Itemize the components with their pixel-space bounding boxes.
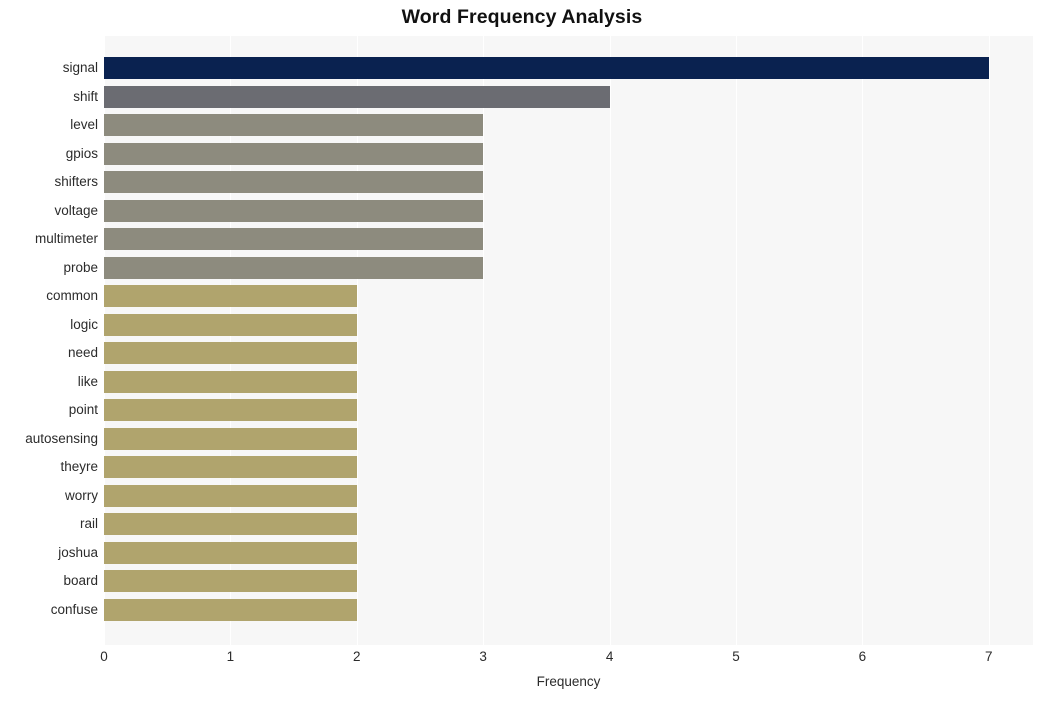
- bar-fill: [104, 370, 357, 393]
- gridline-vertical: [862, 36, 864, 645]
- bar-fill: [104, 285, 357, 307]
- y-tick-label: gpios: [65, 145, 98, 161]
- y-tick-label: point: [68, 402, 98, 417]
- y-tick-label: rail: [79, 516, 98, 531]
- x-tick-label: 4: [605, 649, 614, 664]
- y-tick-label: joshua: [58, 544, 98, 560]
- bar-fill: [104, 427, 357, 450]
- y-tick-label: common: [46, 288, 98, 303]
- bar: [104, 199, 484, 222]
- bar-fill: [104, 313, 357, 336]
- bar-fill: [104, 484, 357, 507]
- y-tick-label: voltage: [54, 202, 98, 218]
- bar-fill: [104, 199, 484, 222]
- bar: [104, 598, 357, 621]
- x-tick-label: 2: [353, 649, 361, 664]
- bar-fill: [104, 598, 357, 621]
- page-title: Word Frequency Analysis: [401, 6, 643, 28]
- bar-fill: [104, 513, 357, 535]
- bar: [104, 342, 357, 364]
- bar-fill: [104, 570, 357, 592]
- y-tick-label: level: [70, 117, 98, 132]
- y-tick-label: probe: [63, 259, 98, 275]
- y-tick-label: need: [67, 345, 98, 360]
- bar: [104, 399, 357, 421]
- y-tick-label: autosensing: [25, 430, 98, 446]
- bar: [104, 313, 357, 336]
- y-tick-label: shift: [73, 88, 98, 104]
- bar-fill: [104, 228, 484, 250]
- bar-fill: [104, 114, 484, 136]
- bar: [104, 228, 484, 250]
- bar-fill: [104, 57, 989, 79]
- bar-fill: [104, 256, 484, 279]
- bar-fill: [104, 456, 357, 478]
- bar-fill: [104, 342, 357, 364]
- y-tick-label: theyre: [60, 459, 98, 474]
- gridline-vertical: [735, 36, 737, 645]
- bar-fill: [104, 171, 484, 193]
- y-tick-label: board: [63, 573, 98, 588]
- bar: [104, 85, 610, 108]
- bar: [104, 541, 357, 564]
- y-axis: signal shift level gpios shifters voltage mult…: [0, 36, 98, 645]
- bar: [104, 57, 989, 79]
- bar: [104, 171, 484, 193]
- bar: [104, 427, 357, 450]
- y-tick-label: shifters: [54, 174, 98, 189]
- x-tick-label: 7: [984, 649, 993, 664]
- x-tick-label: 5: [732, 649, 740, 664]
- x-tick-label: 6: [858, 649, 867, 664]
- bar: [104, 513, 357, 535]
- bar-fill: [104, 399, 357, 421]
- x-axis: 0 1 2 3 4 5 6 7: [100, 645, 1033, 671]
- x-tick-label: 3: [479, 649, 487, 664]
- x-tick-label: 0: [100, 649, 108, 664]
- bar: [104, 142, 484, 165]
- y-tick-label: worry: [65, 487, 98, 503]
- bar: [104, 285, 357, 307]
- plot-area: [104, 36, 1033, 645]
- bar: [104, 456, 357, 478]
- y-tick-label: confuse: [50, 601, 98, 617]
- y-tick-label: multimeter: [34, 231, 98, 246]
- gridline-vertical: [988, 36, 990, 645]
- gridline-vertical: [483, 36, 485, 645]
- bar: [104, 570, 357, 592]
- bar: [104, 114, 484, 136]
- bar-fill: [104, 541, 357, 564]
- y-tick-label: logic: [70, 316, 98, 332]
- y-tick-label: like: [77, 373, 98, 389]
- y-tick-label: signal: [62, 60, 98, 75]
- bar: [104, 370, 357, 393]
- bar: [104, 256, 484, 279]
- x-tick-label: 1: [226, 649, 235, 664]
- x-axis-title: Frequency: [536, 674, 601, 689]
- bar: [104, 484, 357, 507]
- bar-fill: [104, 142, 484, 165]
- word-frequency-chart: Word Frequency Analysis signal shift level…: [0, 0, 1044, 701]
- gridline-vertical: [609, 36, 611, 645]
- bar-fill: [104, 85, 610, 108]
